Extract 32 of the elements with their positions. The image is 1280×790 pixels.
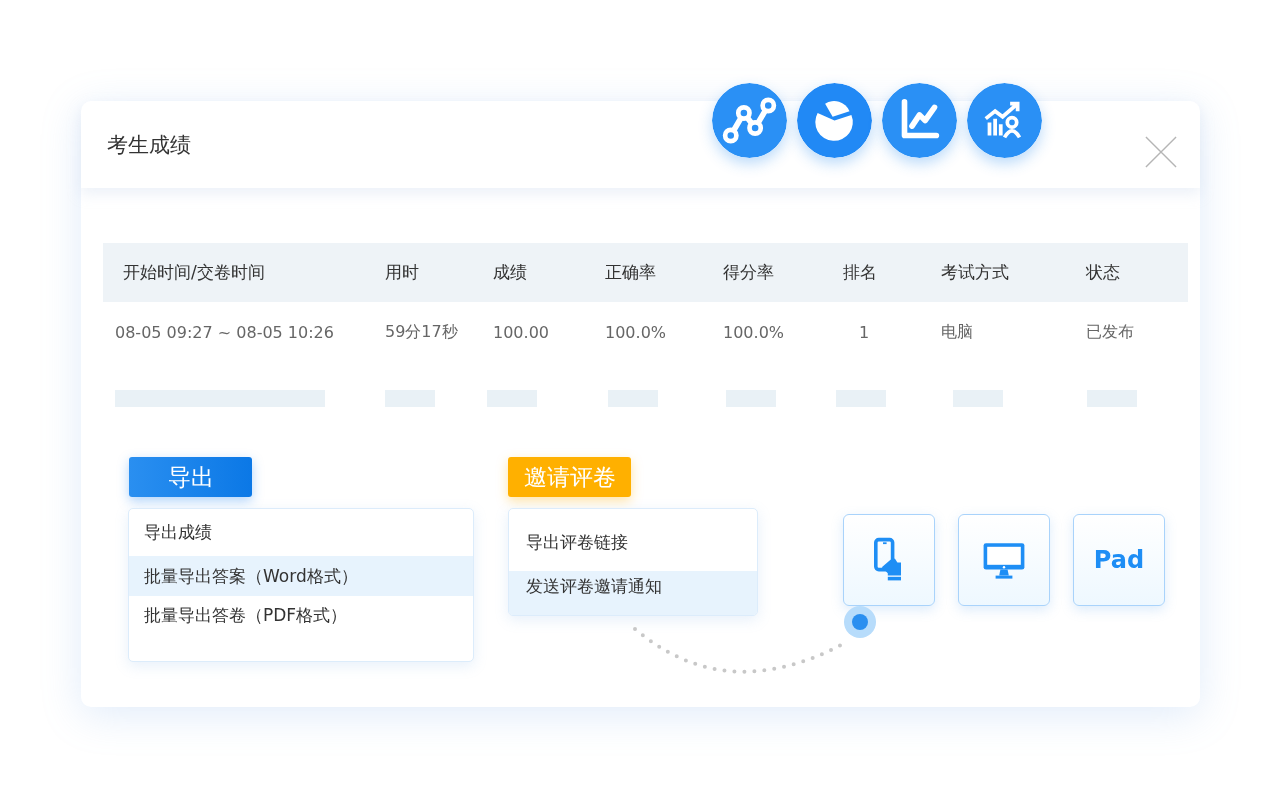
pie-chart-icon[interactable] bbox=[797, 83, 872, 158]
table-cell-text: 100.0% bbox=[605, 322, 667, 342]
menu-item[interactable]: 发送评卷邀请通知 bbox=[509, 571, 757, 615]
table-cell-text: 已发布 bbox=[1086, 321, 1135, 343]
close-icon[interactable] bbox=[1145, 135, 1177, 168]
column-header: 得分率 bbox=[723, 261, 775, 284]
line-graph-icon[interactable] bbox=[882, 83, 957, 158]
table-cell-text: 08-05 09:27 ~ 08-05 10:26 bbox=[114, 322, 335, 342]
column-header: 开始时间/交卷时间 bbox=[122, 261, 266, 284]
menu-item[interactable]: 批量导出答案（Word格式） bbox=[129, 556, 473, 596]
table-cell-text: 1 bbox=[858, 322, 871, 342]
connector-dot bbox=[843, 605, 877, 639]
table-cell-text: 100.0% bbox=[723, 322, 785, 342]
dialog-title: 考生成绩 bbox=[107, 131, 191, 159]
device-option[interactable] bbox=[843, 514, 935, 606]
column-header: 状态 bbox=[1086, 261, 1121, 284]
column-header: 考试方式 bbox=[941, 261, 1010, 284]
analytics-person-icon[interactable] bbox=[967, 83, 1042, 158]
menu-item[interactable]: 导出成绩 bbox=[129, 509, 473, 556]
device-label: Pad bbox=[1093, 546, 1145, 574]
line-chart-icon[interactable] bbox=[712, 83, 787, 158]
column-header: 排名 bbox=[843, 261, 878, 284]
column-header: 成绩 bbox=[493, 261, 528, 284]
table-cell-text: 100.00 bbox=[493, 322, 550, 342]
column-header: 正确率 bbox=[605, 261, 657, 284]
menu-item[interactable]: 批量导出答卷（PDF格式） bbox=[129, 596, 473, 661]
dropdown-button[interactable]: 导出 bbox=[129, 457, 252, 497]
device-option[interactable] bbox=[958, 514, 1050, 606]
table-cell-text: 59分17秒 bbox=[385, 321, 459, 343]
column-header: 用时 bbox=[385, 261, 420, 284]
menu-item[interactable]: 导出评卷链接 bbox=[509, 509, 757, 571]
table-cell-text: 电脑 bbox=[941, 321, 974, 343]
